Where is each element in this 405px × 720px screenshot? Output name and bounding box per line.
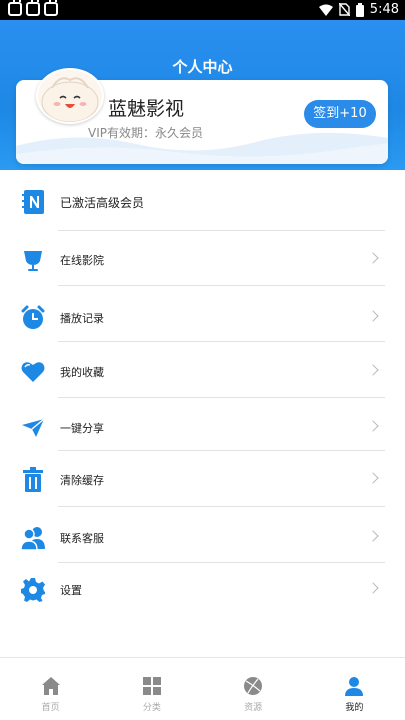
status-right: 5:48 — [318, 2, 399, 17]
chevron-right-icon — [367, 582, 379, 594]
chevron-right-icon — [367, 252, 379, 264]
battery-icon — [355, 2, 364, 17]
wifi-icon — [318, 4, 333, 16]
grid-icon — [142, 677, 161, 695]
heart-icon — [21, 362, 45, 382]
avatar[interactable] — [36, 68, 104, 124]
notification-icons — [8, 0, 58, 16]
menu-item-customer-service[interactable]: 联系客服 — [0, 508, 405, 564]
basketball-icon — [244, 677, 263, 695]
menu-item-label: 在线影院 — [60, 254, 104, 267]
nav-label: 首页 — [41, 703, 60, 713]
bug-icon — [8, 0, 22, 16]
bug-icon — [44, 0, 58, 16]
chevron-right-icon — [367, 364, 379, 376]
trash-icon — [23, 467, 43, 492]
chevron-right-icon — [367, 420, 379, 432]
menu-item-favorites[interactable]: 我的收藏 — [0, 342, 405, 398]
menu-item-label: 清除缓存 — [60, 474, 104, 487]
menu-item-label: 我的收藏 — [60, 366, 104, 379]
menu-item-activated-vip[interactable]: 已激活高级会员 — [0, 172, 405, 228]
menu-item-clear-cache[interactable]: 清除缓存 — [0, 450, 405, 506]
status-time: 5:48 — [369, 2, 399, 17]
menu-item-label: 已激活高级会员 — [60, 196, 145, 210]
username: 蓝魅影视 — [108, 98, 185, 120]
menu-item-online-cinema[interactable]: 在线影院 — [0, 230, 405, 286]
nav-tab-home[interactable]: 首页 — [0, 658, 101, 720]
nav-tab-mine[interactable]: 我的 — [304, 658, 405, 720]
menu-item-label: 一键分享 — [60, 422, 104, 435]
gear-icon — [21, 578, 45, 602]
nav-tab-category[interactable]: 分类 — [101, 658, 202, 720]
menu-item-label: 联系客服 — [60, 532, 104, 545]
divider — [58, 506, 385, 507]
alarm-clock-icon — [21, 305, 45, 329]
menu-item-settings[interactable]: 设置 — [0, 560, 405, 616]
status-bar: 5:48 — [0, 0, 405, 20]
menu-item-play-history[interactable]: 播放记录 — [0, 288, 405, 344]
chevron-right-icon — [367, 530, 379, 542]
paper-plane-icon — [22, 418, 45, 437]
menu-item-label: 设置 — [60, 584, 82, 597]
notebook-n-icon — [22, 190, 44, 214]
contacts-icon — [20, 527, 45, 551]
menu-item-label: 播放记录 — [60, 312, 104, 325]
bun-mascot-avatar-icon — [41, 77, 99, 122]
divider — [58, 285, 385, 286]
no-sim-icon — [338, 3, 350, 16]
nav-label: 分类 — [142, 703, 161, 713]
home-icon — [41, 677, 60, 695]
menu-item-share[interactable]: 一键分享 — [0, 398, 405, 454]
vip-validity-label: VIP有效期：永久会员 — [88, 126, 203, 140]
person-icon — [345, 677, 364, 696]
checkin-button[interactable]: 签到+10 — [304, 100, 376, 128]
nav-label: 资源 — [244, 703, 263, 713]
cinema-cup-icon — [24, 251, 42, 271]
chevron-right-icon — [367, 472, 379, 484]
screen: 5:48 个人中心 蓝魅影视 VIP有效期：永久会员 签到+10 已激活高级会员… — [0, 0, 405, 720]
nav-tab-resources[interactable]: 资源 — [203, 658, 304, 720]
chevron-right-icon — [367, 310, 379, 322]
bug-icon — [26, 0, 40, 16]
bottom-nav: 首页 分类 资源 我的 — [0, 657, 405, 720]
nav-label: 我的 — [345, 703, 364, 713]
